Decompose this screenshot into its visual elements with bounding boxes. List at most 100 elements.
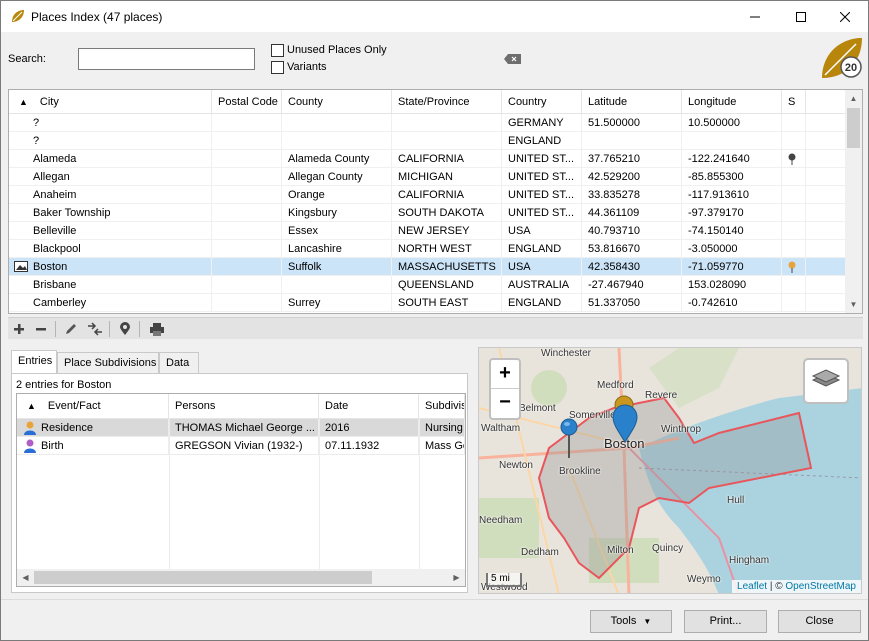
table-row[interactable]: Blackpool Lancashire NORTH WEST ENGLAND 53.8… — [9, 240, 845, 258]
tab-data[interactable]: Data — [159, 352, 199, 373]
locate-on-map-button[interactable] — [117, 321, 133, 337]
scrollbar-thumb[interactable] — [847, 108, 860, 148]
edit-place-button[interactable] — [63, 321, 79, 337]
maximize-button[interactable] — [778, 1, 824, 32]
cell-latitude: 53.816670 — [582, 240, 682, 258]
scrollbar-thumb[interactable] — [34, 571, 372, 584]
cell-longitude: 153.028090 — [682, 276, 782, 294]
map-pin-icon — [120, 322, 130, 335]
map-label: Dedham — [521, 547, 559, 558]
zoom-out-button[interactable]: − — [491, 389, 519, 418]
cell-subdivision: Nursing — [419, 419, 465, 437]
merge-places-button[interactable] — [87, 321, 103, 337]
cell-longitude: -97.379170 — [682, 204, 782, 222]
close-window-button[interactable] — [822, 1, 868, 32]
cell-postal-code — [212, 150, 282, 168]
places-index-window: Places Index (47 places) Search: Unused … — [0, 0, 869, 641]
zoom-in-button[interactable]: + — [491, 360, 519, 389]
column-header-subdivision[interactable]: Subdivis — [419, 394, 465, 419]
column-header-date[interactable]: Date — [319, 394, 419, 419]
column-header-postal-code[interactable]: Postal Code — [212, 90, 282, 114]
zoom-control: + − — [489, 358, 521, 420]
unused-places-checkbox[interactable] — [271, 44, 284, 57]
table-row[interactable]: ? GERMANY 51.500000 10.500000 — [9, 114, 845, 132]
table-row[interactable]: Residence THOMAS Michael George ... 2016 Nu… — [17, 419, 465, 437]
table-row[interactable]: ? ENGLAND — [9, 132, 845, 150]
tab-place-subdivisions[interactable]: Place Subdivisions — [57, 352, 159, 373]
maximize-icon — [796, 11, 806, 22]
map-view[interactable]: Winchester Medford Revere Belmont Somerv… — [478, 347, 862, 594]
column-header-county[interactable]: County — [282, 90, 392, 114]
places-vertical-scrollbar[interactable]: ▲ ▼ — [845, 90, 862, 313]
table-row[interactable]: Belleville Essex NEW JERSEY USA 40.793710 -74… — [9, 222, 845, 240]
column-header-longitude[interactable]: Longitude — [682, 90, 782, 114]
entries-count: 2 entries for Boston — [16, 379, 112, 391]
search-input[interactable] — [78, 48, 255, 70]
tab-entries[interactable]: Entries — [11, 350, 57, 373]
table-row[interactable]: Anaheim Orange CALIFORNIA UNITED ST... 33.83… — [9, 186, 845, 204]
cell-latitude: 33.835278 — [582, 186, 682, 204]
table-row[interactable]: Camberley Surrey SOUTH EAST ENGLAND 51.33705… — [9, 294, 845, 312]
map-marker-pin[interactable] — [558, 418, 580, 460]
variants-checkbox[interactable] — [271, 61, 284, 74]
entries-panel: 2 entries for Boston ▲ Event/Fact Persons… — [11, 373, 468, 593]
column-header-city[interactable]: ▲ City — [9, 90, 212, 114]
column-header-country[interactable]: Country — [502, 90, 582, 114]
table-row[interactable]: Boston Suffolk MASSACHUSETTS USA 42.358430 -7… — [9, 258, 845, 276]
map-label: Brookline — [559, 466, 601, 477]
table-row[interactable]: Birth GREGSON Vivian (1932-) 07.11.1932 Mas… — [17, 437, 465, 455]
table-row[interactable]: Alameda Alameda County CALIFORNIA UNITED ST… — [9, 150, 845, 168]
column-header-latitude[interactable]: Latitude — [582, 90, 682, 114]
column-header-persons[interactable]: Persons — [169, 394, 319, 419]
cell-city: Anaheim — [9, 186, 212, 204]
print-button-icon[interactable] — [149, 321, 165, 337]
leaflet-link[interactable]: Leaflet — [737, 581, 767, 592]
map-label: Hingham — [729, 555, 770, 566]
minimize-button[interactable] — [732, 1, 778, 32]
scroll-down-icon[interactable]: ▼ — [845, 296, 862, 313]
openstreetmap-link[interactable]: OpenStreetMap — [785, 581, 856, 592]
table-row[interactable]: Baker Township Kingsbury SOUTH DAKOTA UNITE… — [9, 204, 845, 222]
cell-city: Belleville — [9, 222, 212, 240]
clear-search-icon[interactable] — [504, 54, 522, 64]
map-marker-boston[interactable] — [612, 404, 638, 444]
close-button[interactable]: Close — [778, 610, 861, 633]
map-label: Belmont — [519, 403, 556, 414]
map-label: Newton — [499, 460, 533, 471]
close-icon — [840, 11, 850, 22]
cell-longitude: -71.059770 — [682, 258, 782, 276]
cell-s — [782, 168, 806, 186]
cell-s — [782, 222, 806, 240]
places-table-header: ▲ City Postal Code County State/Province … — [9, 90, 845, 114]
tools-button[interactable]: Tools ▼ — [590, 610, 672, 633]
remove-place-button[interactable] — [33, 321, 49, 337]
dropdown-arrow-icon: ▼ — [643, 617, 652, 626]
cell-latitude: -27.467940 — [582, 276, 682, 294]
cell-date: 07.11.1932 — [319, 437, 419, 455]
cell-county: Suffolk — [282, 258, 392, 276]
table-row[interactable]: Allegan Allegan County MICHIGAN UNITED ST..… — [9, 168, 845, 186]
app-leaf-icon — [12, 10, 24, 22]
cell-city: ? — [9, 114, 212, 132]
title-bar: Places Index (47 places) — [1, 1, 868, 32]
entries-horizontal-scrollbar[interactable]: ◀ ▶ — [17, 569, 465, 586]
cell-state: MASSACHUSETTS — [392, 258, 502, 276]
cell-s — [782, 276, 806, 294]
scroll-right-icon[interactable]: ▶ — [448, 569, 465, 586]
column-header-event-fact[interactable]: ▲ Event/Fact — [17, 394, 169, 419]
scroll-up-icon[interactable]: ▲ — [845, 90, 862, 107]
map-label: Needham — [479, 515, 523, 526]
cell-country: UNITED ST... — [502, 150, 582, 168]
table-row[interactable]: Brisbane QUEENSLAND AUSTRALIA -27.467940 153… — [9, 276, 845, 294]
cell-longitude: -85.855300 — [682, 168, 782, 186]
print-button[interactable]: Print... — [684, 610, 767, 633]
cell-persons: THOMAS Michael George ... — [169, 419, 319, 437]
cell-county: Alameda County — [282, 150, 392, 168]
scroll-left-icon[interactable]: ◀ — [17, 569, 34, 586]
column-header-state[interactable]: State/Province — [392, 90, 502, 114]
column-header-s[interactable]: S — [782, 90, 806, 114]
cell-state: MICHIGAN — [392, 168, 502, 186]
cell-s — [782, 240, 806, 258]
layers-button[interactable] — [803, 358, 849, 404]
add-place-button[interactable] — [11, 321, 27, 337]
